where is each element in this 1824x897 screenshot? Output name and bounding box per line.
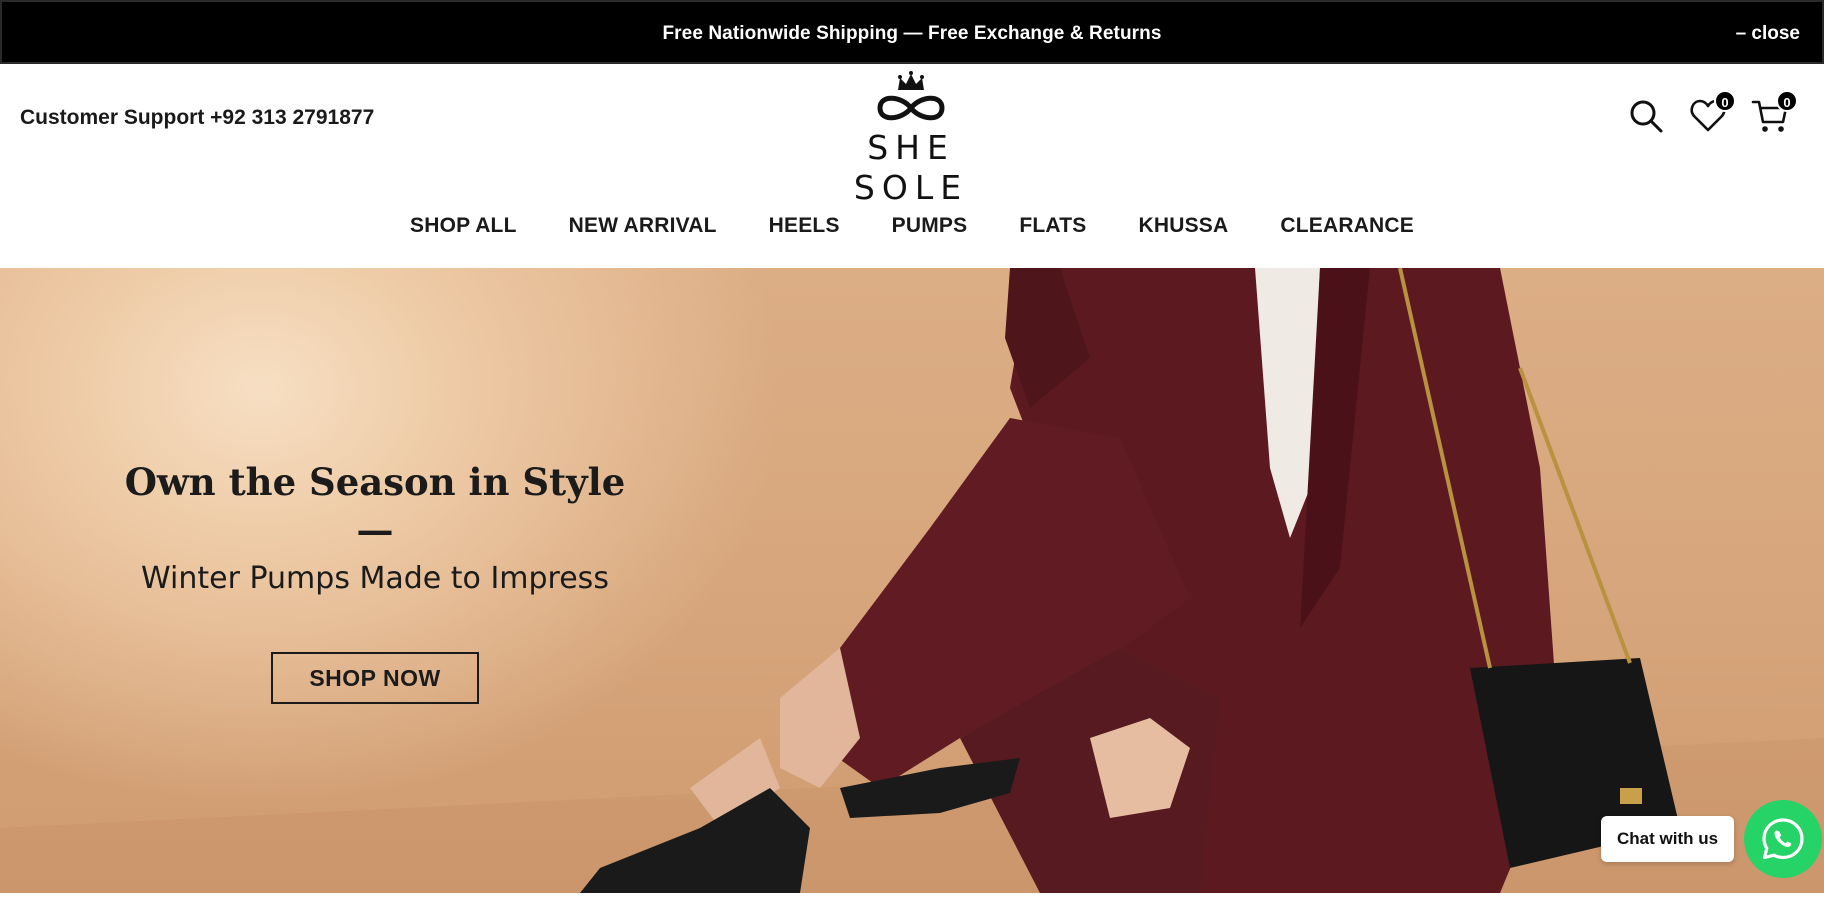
logo[interactable]: SHE SOLE (806, 70, 1016, 207)
customer-support-text: Customer Support +92 313 2791877 (20, 106, 375, 129)
hero-copy: Own the Season in Style — Winter Pumps M… (100, 458, 650, 704)
header-icons: 0 0 (1626, 90, 1798, 138)
nav-item-pumps[interactable]: PUMPS (892, 206, 968, 246)
crown-infinity-logo-icon (877, 71, 945, 121)
main-nav: SHOP ALL NEW ARRIVAL HEELS PUMPS FLATS K… (0, 206, 1824, 246)
hero-banner[interactable]: Own the Season in Style — Winter Pumps M… (0, 268, 1824, 893)
nav-item-clearance[interactable]: CLEARANCE (1280, 206, 1414, 246)
whatsapp-icon (1762, 818, 1804, 860)
nav-item-shop-all[interactable]: SHOP ALL (410, 206, 517, 246)
search-icon (1630, 100, 1663, 133)
whatsapp-chat-button[interactable] (1744, 800, 1822, 878)
announcement-close-button[interactable]: – close (1736, 2, 1800, 66)
logo-wordmark: SHE SOLE (853, 128, 969, 207)
search-button[interactable] (1626, 96, 1666, 136)
announcement-bar: Free Nationwide Shipping — Free Exchange… (0, 0, 1824, 64)
wishlist-count-badge: 0 (1714, 90, 1736, 112)
cart-button[interactable]: 0 (1750, 90, 1798, 136)
nav-item-heels[interactable]: HEELS (769, 206, 840, 246)
cart-count-badge: 0 (1776, 90, 1798, 112)
wishlist-button[interactable]: 0 (1688, 90, 1736, 136)
hero-title: Own the Season in Style — (124, 460, 626, 552)
nav-item-flats[interactable]: FLATS (1019, 206, 1086, 246)
shop-now-button[interactable]: SHOP NOW (271, 652, 479, 704)
nav-item-khussa[interactable]: KHUSSA (1138, 206, 1228, 246)
announcement-message: Free Nationwide Shipping — Free Exchange… (662, 23, 1162, 44)
chat-with-us-label[interactable]: Chat with us (1601, 816, 1735, 862)
hero-subtitle: Winter Pumps Made to Impress (141, 561, 609, 596)
nav-item-new-arrival[interactable]: NEW ARRIVAL (569, 206, 717, 246)
site-header: Customer Support +92 313 2791877 SHE SOL… (0, 64, 1824, 268)
